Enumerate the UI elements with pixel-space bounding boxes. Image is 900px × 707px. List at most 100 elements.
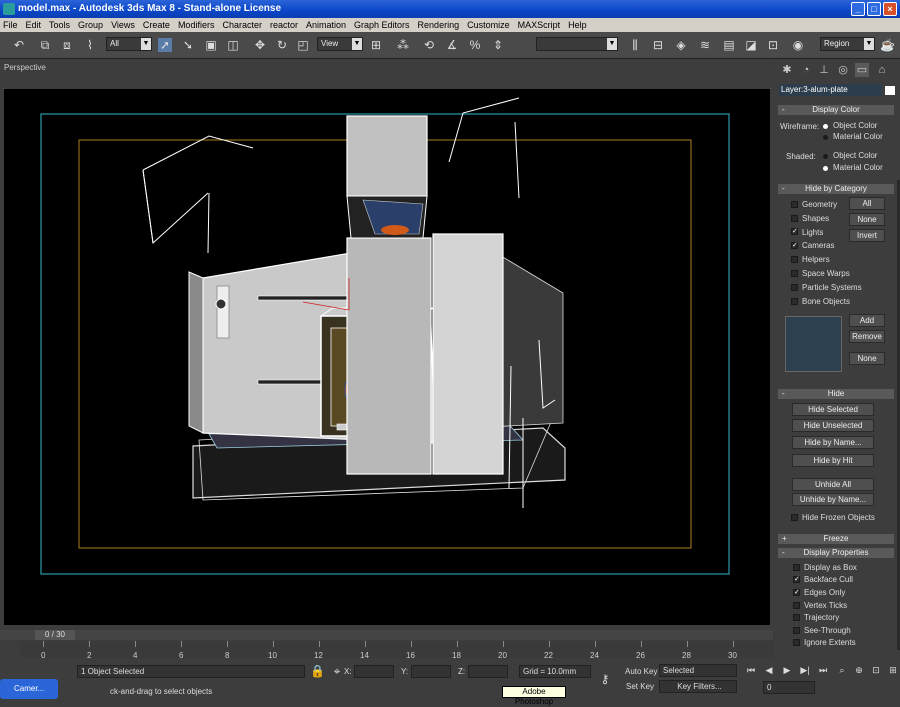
unhide-all-button[interactable]: Unhide All <box>792 478 874 491</box>
utilities-tab-icon[interactable]: ⌂ <box>875 63 889 77</box>
display-tab-icon[interactable]: ▭ <box>855 63 869 77</box>
track-bar[interactable]: 0 2 4 6 8 10 12 14 16 18 20 22 24 26 28 … <box>20 641 773 660</box>
move-icon[interactable]: ✥ <box>253 38 267 52</box>
invert-button[interactable]: Invert <box>849 229 885 242</box>
checkbox-edges-only[interactable]: ✓ <box>793 589 800 596</box>
go-to-start-icon[interactable]: ⏮ <box>745 664 757 676</box>
key-mode-dropdown[interactable]: Selected <box>659 664 737 677</box>
shaded-object-color-radio[interactable] <box>823 154 828 159</box>
set-key-button[interactable]: Set Key <box>626 682 654 691</box>
menu-reactor[interactable]: reactor <box>270 18 298 32</box>
auto-key-button[interactable]: Auto Key <box>625 667 657 676</box>
bind-spacewarp-icon[interactable]: ⌇ <box>83 38 97 52</box>
display-properties-rollout[interactable]: - Display Properties <box>778 548 894 558</box>
play-icon[interactable]: ▶ <box>781 664 793 676</box>
checkbox-cameras[interactable]: ✓ <box>791 242 798 249</box>
layer-manager-icon[interactable]: ◈ <box>674 38 688 52</box>
pivot-center-icon[interactable]: ⊞ <box>369 38 383 52</box>
hide-by-category-rollout[interactable]: - Hide by Category <box>778 184 894 194</box>
percent-snap-icon[interactable]: % <box>468 38 482 52</box>
menu-maxscript[interactable]: MAXScript <box>518 18 561 32</box>
maximize-button[interactable]: □ <box>867 2 881 16</box>
layer-color-swatch[interactable] <box>885 86 895 95</box>
add-button[interactable]: Add <box>849 314 885 327</box>
checkbox-trajectory[interactable] <box>793 614 800 621</box>
render-last-icon[interactable]: ☕ <box>880 38 895 52</box>
menu-graph-editors[interactable]: Graph Editors <box>354 18 410 32</box>
checkbox-geometry[interactable] <box>791 201 798 208</box>
reference-coordinate-dropdown[interactable]: View ▼ <box>317 37 363 51</box>
window-crossing-icon[interactable]: ◫ <box>226 38 240 52</box>
unlink-icon[interactable]: ⧈ <box>60 38 74 52</box>
menu-character[interactable]: Character <box>222 18 262 32</box>
checkbox-particle-systems[interactable] <box>791 284 798 291</box>
render-type-dropdown[interactable]: Region ▼ <box>820 37 875 51</box>
menu-group[interactable]: Group <box>78 18 103 32</box>
lock-selection-icon[interactable]: 🔒 <box>310 664 325 678</box>
go-to-end-icon[interactable]: ⏭ <box>817 664 829 676</box>
spinner-snap-icon[interactable]: ⇕ <box>491 38 505 52</box>
material-editor-icon[interactable]: ◪ <box>744 38 758 52</box>
menu-animation[interactable]: Animation <box>306 18 346 32</box>
menu-modifiers[interactable]: Modifiers <box>178 18 215 32</box>
menu-customize[interactable]: Customize <box>467 18 510 32</box>
selection-filter-dropdown[interactable]: All ▼ <box>106 37 152 51</box>
zoom-extents-all-icon[interactable]: ⊞ <box>887 664 899 676</box>
set-key-icon[interactable]: ⚷ <box>598 672 612 686</box>
unhide-by-name-button[interactable]: Unhide by Name... <box>792 493 874 506</box>
zoom-icon[interactable]: ⌕ <box>836 664 848 676</box>
align-icon[interactable]: ⊟ <box>651 38 665 52</box>
quick-render-icon[interactable]: ◉ <box>791 38 805 52</box>
close-button[interactable]: × <box>883 2 897 16</box>
checkbox-space-warps[interactable] <box>791 270 798 277</box>
y-coordinate-field[interactable] <box>411 665 451 678</box>
z-coordinate-field[interactable] <box>468 665 508 678</box>
hide-unselected-button[interactable]: Hide Unselected <box>792 419 874 432</box>
wireframe-object-color-radio[interactable] <box>823 124 828 129</box>
curve-editor-icon[interactable]: ≋ <box>698 38 712 52</box>
scale-icon[interactable]: ◰ <box>296 38 310 52</box>
menu-help[interactable]: Help <box>568 18 587 32</box>
named-selection-dropdown[interactable]: ▼ <box>536 37 618 51</box>
checkbox-display-as-box[interactable] <box>793 564 800 571</box>
checkbox-helpers[interactable] <box>791 256 798 263</box>
checkbox-bone-objects[interactable] <box>791 298 798 305</box>
all-button[interactable]: All <box>849 197 885 210</box>
checkbox-see-through[interactable] <box>793 627 800 634</box>
previous-frame-icon[interactable]: ◀ <box>763 664 775 676</box>
checkbox-shapes[interactable] <box>791 215 798 222</box>
menu-tools[interactable]: Tools <box>49 18 70 32</box>
checkbox-hide-frozen[interactable] <box>791 514 798 521</box>
category-list-box[interactable] <box>785 316 842 372</box>
select-link-icon[interactable]: ⧉ <box>38 38 52 52</box>
manipulate-icon[interactable]: ⁂ <box>396 38 410 52</box>
checkbox-vertex-ticks[interactable] <box>793 602 800 609</box>
checkbox-lights[interactable]: ✓ <box>791 228 798 235</box>
create-tab-icon[interactable]: ✱ <box>780 63 794 77</box>
menu-edit[interactable]: Edit <box>26 18 42 32</box>
menu-file[interactable]: File <box>3 18 18 32</box>
shaded-material-color-radio[interactable] <box>823 166 828 171</box>
current-frame-field[interactable]: 0 <box>763 681 815 694</box>
snap-toggle-icon[interactable]: ⟲ <box>422 38 436 52</box>
schematic-view-icon[interactable]: ▤ <box>722 38 736 52</box>
display-color-rollout[interactable]: - Display Color <box>778 105 894 115</box>
absolute-mode-icon[interactable]: ⌖ <box>330 664 344 678</box>
checkbox-backface-cull[interactable]: ✓ <box>793 576 800 583</box>
taskbar-camera-button[interactable]: Camer... <box>0 679 58 699</box>
wireframe-material-color-radio[interactable] <box>823 135 828 140</box>
menu-rendering[interactable]: Rendering <box>418 18 460 32</box>
render-scene-icon[interactable]: ⊡ <box>766 38 780 52</box>
perspective-viewport[interactable] <box>3 88 771 668</box>
hide-by-name-button[interactable]: Hide by Name... <box>792 436 874 449</box>
menu-views[interactable]: Views <box>111 18 135 32</box>
layer-name-field[interactable]: Layer:3-alum-plate <box>779 84 882 96</box>
select-object-icon[interactable]: ➚ <box>158 38 172 52</box>
none-button[interactable]: None <box>849 213 885 226</box>
minimize-button[interactable]: _ <box>851 2 865 16</box>
hide-rollout[interactable]: - Hide <box>778 389 894 399</box>
rotate-icon[interactable]: ↻ <box>275 38 289 52</box>
angle-snap-icon[interactable]: ∡ <box>445 38 459 52</box>
select-by-name-icon[interactable]: ➘ <box>181 38 195 52</box>
menu-create[interactable]: Create <box>143 18 170 32</box>
